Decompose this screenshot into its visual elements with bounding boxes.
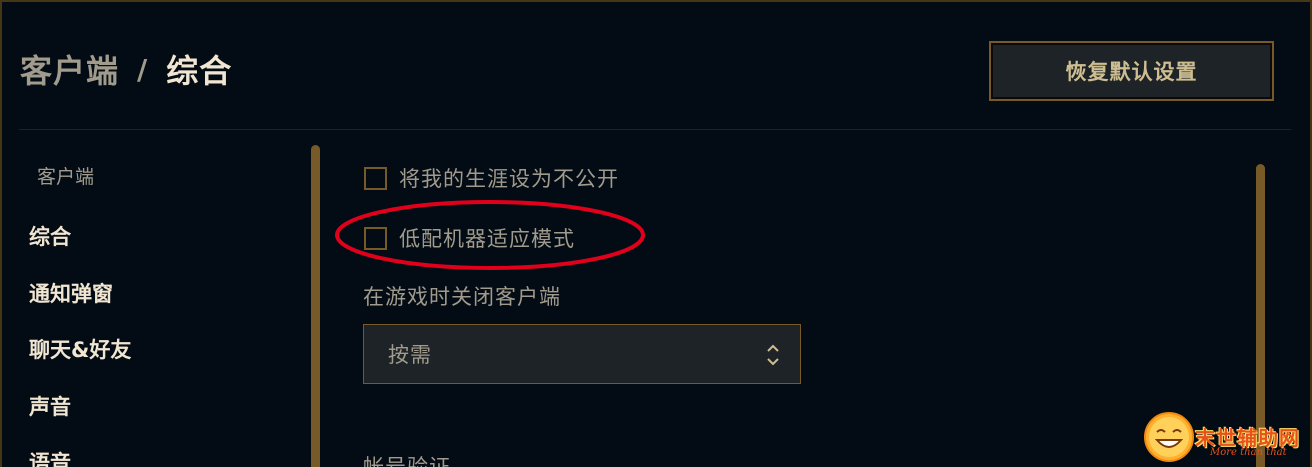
breadcrumb: 客户端 / 综合	[20, 46, 232, 92]
sidebar-item-notifications[interactable]: 通知弹窗	[29, 278, 113, 308]
reset-defaults-button[interactable]: 恢复默认设置	[989, 41, 1274, 101]
sidebar-scrollbar[interactable]	[311, 145, 320, 467]
private-career-label: 将我的生涯设为不公开	[399, 167, 619, 191]
private-career-checkbox[interactable]	[364, 166, 387, 190]
breadcrumb-separator: /	[137, 52, 149, 86]
close-client-value: 按需	[388, 343, 432, 367]
sidebar: 客户端 综合 通知弹窗 聊天&好友 声音 语音	[0, 130, 310, 467]
watermark-subtitle: More than that	[1210, 447, 1287, 458]
account-verify-label: 帐号验证	[363, 455, 451, 467]
red-highlight-circle	[335, 200, 645, 270]
sidebar-section-title: 客户端	[37, 166, 95, 188]
private-career-option[interactable]: 将我的生涯设为不公开	[364, 163, 619, 193]
page-title: 综合	[166, 52, 233, 90]
sidebar-item-general[interactable]: 综合	[29, 221, 71, 251]
breadcrumb-parent: 客户端	[20, 52, 120, 90]
close-client-dropdown[interactable]: 按需	[363, 324, 801, 384]
close-client-label: 在游戏时关闭客户端	[363, 285, 561, 309]
chevron-up-down-icon	[767, 344, 779, 366]
sidebar-item-voice[interactable]: 语音	[29, 447, 71, 467]
sidebar-item-chat-friends[interactable]: 聊天&好友	[29, 334, 131, 364]
sidebar-item-sound[interactable]: 声音	[29, 391, 71, 421]
